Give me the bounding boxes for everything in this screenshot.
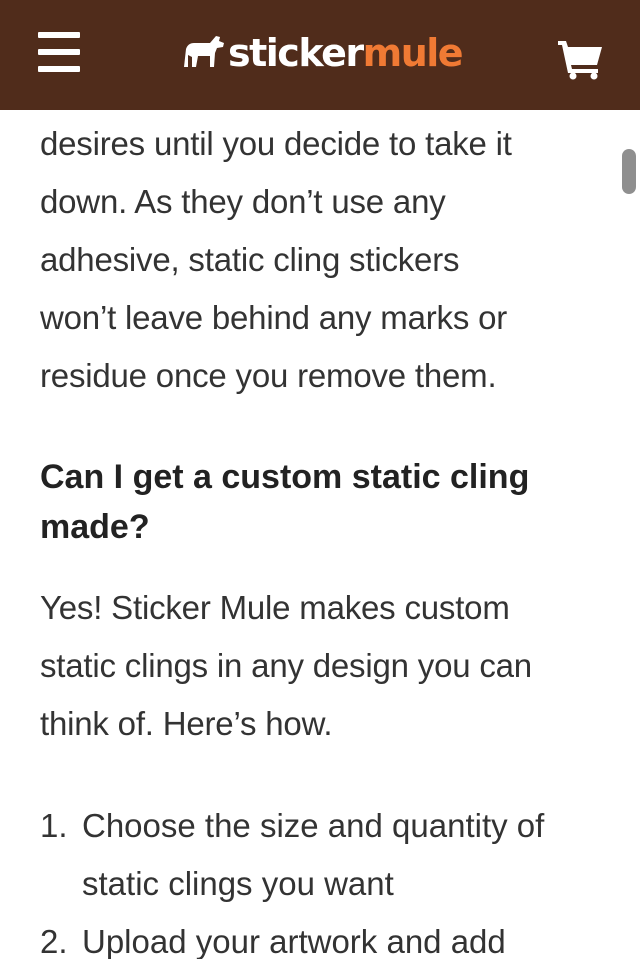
shopping-cart-icon[interactable] [556, 38, 604, 80]
step-number: 1. [40, 807, 68, 844]
step-text-line: Choose the size and quantity of [82, 807, 545, 844]
step-number: 2. [40, 923, 68, 959]
logo-text-mule: mule [362, 31, 464, 75]
paragraph-line: Yes! Sticker Mule makes custom [40, 589, 510, 626]
mule-icon [184, 36, 224, 67]
answer-paragraph: Yes! Sticker Mule makes custom static cl… [40, 579, 610, 753]
logo-text-sticker: sticker [228, 31, 364, 75]
menu-bar-line [38, 32, 80, 38]
paragraph-line: won’t leave behind any marks or [40, 299, 508, 336]
list-item: 2. Upload your artwork and add [40, 913, 610, 959]
steps-list: 1. Choose the size and quantity of stati… [40, 797, 610, 959]
paragraph-line: residue once you remove them. [40, 357, 497, 394]
menu-bar-line [38, 49, 80, 55]
menu-bar-line [38, 66, 80, 72]
section-heading: Can I get a custom static cling made? [40, 452, 610, 552]
step-text-line: Upload your artwork and add [82, 923, 506, 959]
paragraph-line: adhesive, static cling stickers [40, 241, 460, 278]
paragraph-line: think of. Here’s how. [40, 705, 333, 742]
logo-wordmark: stickermule [228, 30, 464, 76]
list-item: 1. Choose the size and quantity of stati… [40, 797, 610, 913]
step-text-line: static clings you want [82, 865, 394, 902]
heading-line: Can I get a custom static cling [40, 458, 530, 496]
paragraph-line: down. As they don’t use any [40, 183, 446, 220]
hamburger-menu-icon[interactable] [38, 32, 80, 72]
paragraph-line: static clings in any design you can [40, 647, 532, 684]
top-nav-bar: stickermule [0, 0, 640, 110]
vertical-scrollbar[interactable] [622, 149, 636, 194]
article-content: desires until you decide to take it down… [40, 115, 610, 959]
intro-paragraph: desires until you decide to take it down… [40, 115, 610, 405]
heading-line: made? [40, 508, 150, 546]
sticker-mule-logo[interactable]: stickermule [180, 30, 464, 76]
paragraph-line: desires until you decide to take it [40, 125, 512, 162]
